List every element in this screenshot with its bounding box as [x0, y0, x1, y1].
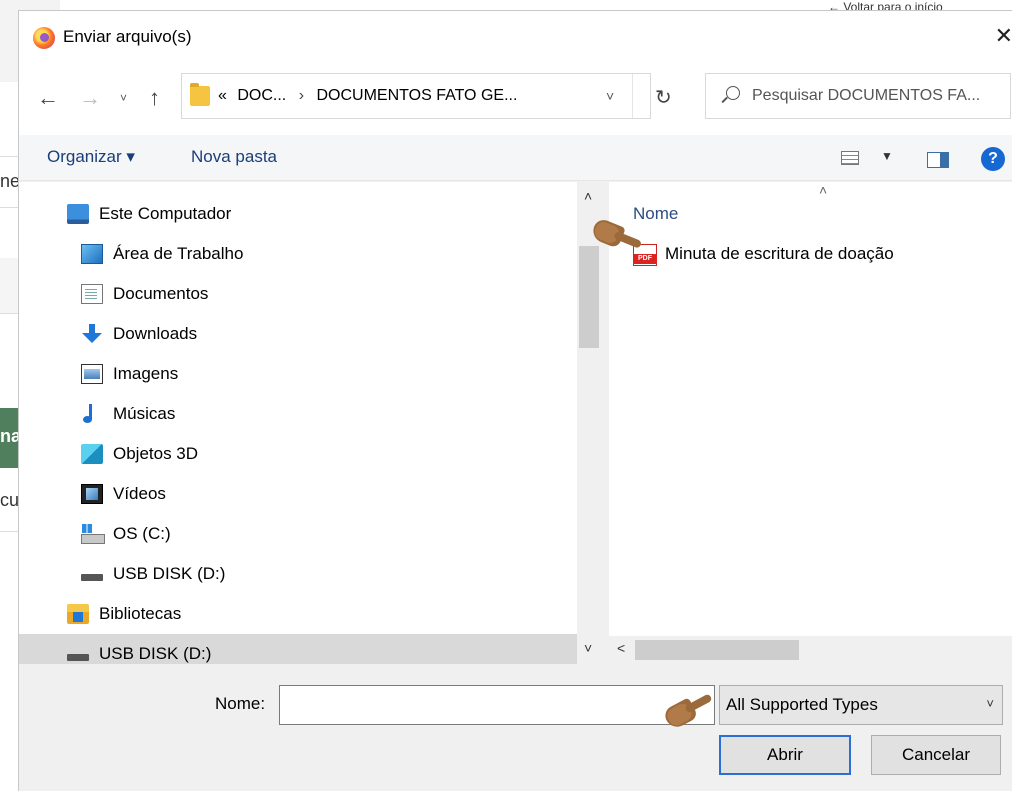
- close-button[interactable]: ✕: [987, 23, 1012, 49]
- change-view-button[interactable]: ▼: [841, 149, 893, 169]
- tree-item-label: Objetos 3D: [113, 444, 199, 463]
- dialog-footer: Nome: All Supported Types ˅ Abrir Cancel…: [19, 664, 1012, 791]
- dialog-title: Enviar arquivo(s): [63, 27, 192, 46]
- tree-item-documents[interactable]: Documentos: [19, 274, 577, 314]
- breadcrumb-segment[interactable]: DOC...: [237, 87, 286, 104]
- file-name-label: Nome:: [215, 694, 266, 713]
- up-arrow-icon[interactable]: ↑: [149, 85, 160, 111]
- navigation-pane: Este Computador Área de Trabalho Documen…: [19, 182, 609, 664]
- forward-arrow-icon[interactable]: →: [79, 85, 101, 111]
- tree-item-label: Bibliotecas: [99, 604, 182, 623]
- open-button[interactable]: Abrir: [719, 735, 851, 775]
- videos-icon: [81, 484, 103, 504]
- file-type-select[interactable]: All Supported Types ˅: [719, 685, 1003, 725]
- tree-item-music[interactable]: Músicas: [19, 394, 577, 434]
- tree-item-label: Vídeos: [113, 484, 166, 503]
- sort-ascending-icon: ˄: [819, 182, 828, 198]
- navigation-pane-scrollbar[interactable]: ˄ ˅: [577, 182, 609, 664]
- caret-down-icon: ▼: [881, 149, 893, 163]
- background-back-link[interactable]: ← Voltar para o início: [828, 0, 1012, 10]
- tree-item-3d-objects[interactable]: Objetos 3D: [19, 434, 577, 474]
- tree-item-pictures[interactable]: Imagens: [19, 354, 577, 394]
- file-row[interactable]: PDF Minuta de escritura de doação: [633, 242, 993, 270]
- address-bar[interactable]: « DOC... › DOCUMENTOS FATO GE... ˅: [181, 73, 651, 119]
- computer-icon: [67, 204, 89, 224]
- breadcrumb: « DOC... › DOCUMENTOS FATO GE...: [218, 87, 517, 105]
- documents-icon: [81, 284, 103, 304]
- hand-finger: [684, 693, 713, 714]
- usb-drive-icon: [67, 644, 89, 664]
- tree-item-label: Imagens: [113, 364, 179, 383]
- file-upload-dialog: Enviar arquivo(s) ✕ ← → ˅ ↑ « DOC... › D…: [18, 10, 1012, 791]
- folder-icon: [190, 83, 210, 106]
- tree-item-usb-disk-selected[interactable]: USB DISK (D:): [19, 634, 577, 664]
- title-bar: Enviar arquivo(s) ✕: [19, 11, 1012, 63]
- command-toolbar: Organizar ▾ Nova pasta ▼ ?: [19, 135, 1012, 181]
- tree-item-label: Downloads: [113, 324, 198, 343]
- tree-item-downloads[interactable]: Downloads: [19, 314, 577, 354]
- view-options-icon: [841, 151, 859, 165]
- tree-item-libraries[interactable]: Bibliotecas: [19, 594, 577, 634]
- chevron-down-icon: ˅: [986, 696, 994, 711]
- tree-item-label: USB DISK (D:): [99, 644, 212, 663]
- libraries-icon: [67, 604, 89, 624]
- breadcrumb-separator-icon[interactable]: ›: [299, 87, 304, 104]
- scroll-left-icon[interactable]: <: [617, 640, 625, 656]
- scroll-down-icon[interactable]: ˅: [584, 640, 592, 656]
- tree-item-label: Área de Trabalho: [113, 244, 244, 263]
- tree-item-label: Este Computador: [99, 204, 232, 223]
- navigation-bar: ← → ˅ ↑ « DOC... › DOCUMENTOS FATO GE...…: [19, 63, 1012, 135]
- search-input[interactable]: [752, 84, 1008, 108]
- back-arrow-icon[interactable]: ←: [37, 85, 59, 111]
- 3d-objects-icon: [81, 444, 103, 464]
- breadcrumb-overflow[interactable]: «: [218, 87, 227, 104]
- tree-item-videos[interactable]: Vídeos: [19, 474, 577, 514]
- downloads-icon: [81, 324, 103, 344]
- tree-item-desktop[interactable]: Área de Trabalho: [19, 234, 577, 274]
- tree-item-label: OS (C:): [113, 524, 171, 543]
- file-name-input[interactable]: [279, 685, 715, 725]
- refresh-icon[interactable]: ↻: [655, 85, 672, 110]
- preview-pane-icon[interactable]: [927, 152, 949, 168]
- breadcrumb-segment[interactable]: DOCUMENTOS FATO GE...: [316, 87, 517, 104]
- scrollbar-thumb[interactable]: [579, 246, 599, 348]
- desktop-icon: [81, 244, 103, 264]
- file-type-value: All Supported Types: [726, 695, 878, 714]
- file-name: Minuta de escritura de doação: [665, 244, 894, 263]
- usb-drive-icon: [81, 564, 103, 584]
- tree-item-os-drive[interactable]: OS (C:): [19, 514, 577, 554]
- address-divider: [632, 74, 633, 118]
- recent-locations-chevron-icon[interactable]: ˅: [120, 91, 127, 105]
- file-list-pane: ˄ Nome PDF Minuta de escritura de doação…: [609, 182, 1012, 664]
- firefox-icon: [33, 27, 55, 49]
- column-header-name[interactable]: Nome: [633, 204, 678, 224]
- tree-item-label: Músicas: [113, 404, 176, 423]
- help-icon[interactable]: ?: [981, 147, 1005, 171]
- scroll-up-icon[interactable]: ˄: [584, 188, 592, 204]
- scrollbar-thumb[interactable]: [635, 640, 799, 660]
- hand-finger: [613, 230, 643, 249]
- search-box[interactable]: [705, 73, 1011, 119]
- tree-item-label: USB DISK (D:): [113, 564, 226, 583]
- music-icon: [81, 404, 103, 424]
- drive-icon: [81, 524, 105, 544]
- file-list-horizontal-scrollbar[interactable]: <: [609, 636, 1012, 664]
- pictures-icon: [81, 364, 103, 384]
- tree-item-label: Documentos: [113, 284, 209, 303]
- tree-item-this-pc[interactable]: Este Computador: [19, 194, 577, 234]
- search-icon: [726, 86, 740, 100]
- organize-menu-button[interactable]: Organizar ▾: [47, 147, 135, 167]
- tree-item-usb-disk[interactable]: USB DISK (D:): [19, 554, 577, 594]
- address-dropdown-chevron-icon[interactable]: ˅: [606, 88, 614, 104]
- new-folder-button[interactable]: Nova pasta: [191, 147, 277, 167]
- cancel-button[interactable]: Cancelar: [871, 735, 1001, 775]
